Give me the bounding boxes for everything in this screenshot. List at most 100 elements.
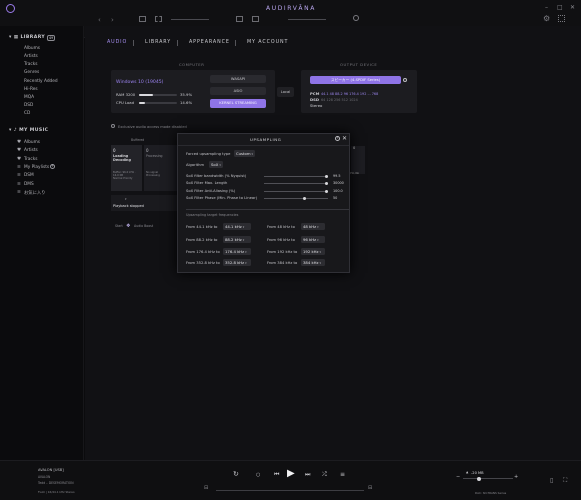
volume-slider[interactable] <box>463 478 513 479</box>
device-info-icon[interactable] <box>403 78 407 82</box>
target-from-label: From 384 kHz to <box>267 261 298 265</box>
toolbar-slider[interactable] <box>171 19 209 20</box>
search-field-line[interactable] <box>288 19 326 20</box>
decoding-title: Loading Decoding <box>113 154 131 162</box>
device-icon[interactable]: ▯ <box>550 477 553 484</box>
bandwidth-slider[interactable] <box>264 175 328 178</box>
target-select[interactable]: 176.4 kHz▾ <box>223 248 251 255</box>
volume-down-icon[interactable]: − <box>456 474 460 480</box>
target-select[interactable]: 192 kHz▾ <box>301 248 325 255</box>
slider-knob[interactable] <box>302 197 306 200</box>
library-header[interactable]: ▾ ▦ LIBRARY <box>9 35 45 40</box>
favorite-icon[interactable]: ⊟ <box>368 485 372 491</box>
heart-icon: ♥ <box>17 157 22 162</box>
local-button[interactable]: Local <box>277 87 294 97</box>
volume-marker: ▲ <box>466 470 469 474</box>
output-device-select[interactable]: スピーカー (4-SPDIF Series) <box>310 76 401 84</box>
close-button[interactable]: ✕ <box>570 4 575 11</box>
dsd-rate: 512 <box>341 97 349 102</box>
sidebar-item-fav-tracks[interactable]: Tracks <box>24 157 37 162</box>
sidebar-item-fav-albums[interactable]: Albums <box>24 140 40 145</box>
upsampling-type-select[interactable]: Custom▾ <box>234 150 256 157</box>
volume-knob[interactable] <box>477 477 481 481</box>
next-icon[interactable]: ⏭ <box>305 471 310 479</box>
processing-title: Processing <box>146 154 163 158</box>
target-select[interactable]: 384 kHz▾ <box>301 259 325 266</box>
loop-icon[interactable]: ○ <box>256 472 260 478</box>
mode-kernel-streaming-button[interactable]: KERNEL STREAMING <box>210 99 266 108</box>
mode-wasapi-button[interactable]: WASAPI <box>210 75 266 83</box>
target-select[interactable]: 352.8 kHz▾ <box>223 259 251 266</box>
target-select[interactable]: 88.2 kHz▾ <box>223 236 251 243</box>
maximize-button[interactable]: □ <box>557 4 563 11</box>
sidebar-item-playlist-favorites[interactable]: お気に入り <box>24 190 45 196</box>
tab-library[interactable]: LIBRARY <box>145 40 171 45</box>
slider-knob[interactable] <box>324 182 328 185</box>
columns-view-icon[interactable] <box>236 16 243 22</box>
tab-divider <box>133 40 134 46</box>
target-from-label: From 88.2 kHz to <box>186 238 218 242</box>
slider-knob[interactable] <box>324 175 328 178</box>
sidebar-item-my-playlists[interactable]: My Playlists <box>24 165 49 170</box>
track-title[interactable]: Tedd – DESEMORATION <box>38 481 74 485</box>
max-length-slider[interactable] <box>264 182 328 185</box>
forward-button[interactable]: › <box>111 16 114 24</box>
param-value: 30000 <box>333 181 344 185</box>
pcm-rate: ... <box>367 91 371 96</box>
volume-up-icon[interactable]: + <box>514 474 518 480</box>
shuffle-icon[interactable]: ⤮ <box>322 471 327 479</box>
target-value: 48 kHz <box>303 224 317 229</box>
sidebar-item-playlist-dsm[interactable]: DSM <box>24 173 34 178</box>
back-button[interactable]: ‹ <box>98 16 101 24</box>
grid-view-icon[interactable] <box>139 16 146 22</box>
target-select[interactable]: 48 kHz▾ <box>301 223 325 230</box>
fullscreen-icon[interactable]: ⛶ <box>563 477 567 485</box>
repeat-icon[interactable]: ↻ <box>233 470 239 478</box>
heart-icon: ♥ <box>17 148 22 153</box>
sidebar-item-albums[interactable]: Albums <box>24 46 40 51</box>
sidebar-item-cd[interactable]: CD <box>24 111 30 116</box>
bookmark-icon[interactable]: ⊟ <box>204 485 208 491</box>
playback-status-box <box>111 195 177 211</box>
sidebar-item-hi-res[interactable]: Hi-Res <box>24 87 38 92</box>
close-icon[interactable]: ✕ <box>342 135 347 142</box>
sidebar-item-playlist-dms[interactable]: DMS <box>24 182 34 187</box>
sidebar-item-fav-artists[interactable]: Artists <box>24 148 38 153</box>
algorithm-select[interactable]: SoX▾ <box>209 161 223 168</box>
decoding-indicator: 0 <box>113 148 116 153</box>
play-icon[interactable]: ▶ <box>287 468 295 479</box>
my-music-header[interactable]: ▾ ♪ MY MUSIC <box>9 128 48 133</box>
queue-icon[interactable]: ≡ <box>340 471 345 478</box>
track-artist[interactable]: AVALON <box>38 475 50 479</box>
progress-bar[interactable] <box>216 490 364 491</box>
playlist-icon: ≡ <box>17 165 21 170</box>
sidebar-item-dsd[interactable]: DSD <box>24 103 33 108</box>
remote-icon[interactable] <box>558 15 565 22</box>
help-icon[interactable]: ? <box>335 136 340 141</box>
phase-slider[interactable] <box>264 197 328 200</box>
sidebar-item-mqa[interactable]: MQA <box>24 95 34 100</box>
slider-knob[interactable] <box>324 190 328 193</box>
tab-appearance[interactable]: APPEARANCE <box>189 40 230 45</box>
tab-my-account[interactable]: MY ACCOUNT <box>247 40 288 45</box>
sidebar-item-genres[interactable]: Genres <box>24 70 39 75</box>
target-select[interactable]: 96 kHz▾ <box>301 236 325 243</box>
pcm-rate: 768 <box>371 91 379 96</box>
anti-aliasing-slider[interactable] <box>264 190 328 193</box>
minimize-button[interactable]: – <box>545 4 548 11</box>
tab-audio[interactable]: AUDIO <box>107 40 127 45</box>
sidebar-item-tracks[interactable]: Tracks <box>24 62 37 67</box>
track-album[interactable]: AVALON [USB] <box>38 468 64 472</box>
add-playlist-icon[interactable]: + <box>50 164 55 169</box>
queue-view-icon[interactable] <box>252 16 259 22</box>
dialog-title: UPSAMPLING <box>250 137 282 142</box>
previous-icon[interactable]: ⏮ <box>274 471 279 479</box>
list-view-icon[interactable] <box>155 16 162 22</box>
settings-icon[interactable]: ⚙ <box>543 14 550 23</box>
sidebar-item-artists[interactable]: Artists <box>24 54 38 59</box>
target-select[interactable]: 44.1 kHz▾ <box>223 223 251 230</box>
mode-asio-button[interactable]: ASIO <box>210 87 266 95</box>
search-icon[interactable] <box>353 15 359 21</box>
pcm-rate: 192 <box>359 91 367 96</box>
sidebar-item-recently-added[interactable]: Recently Added <box>24 79 58 84</box>
